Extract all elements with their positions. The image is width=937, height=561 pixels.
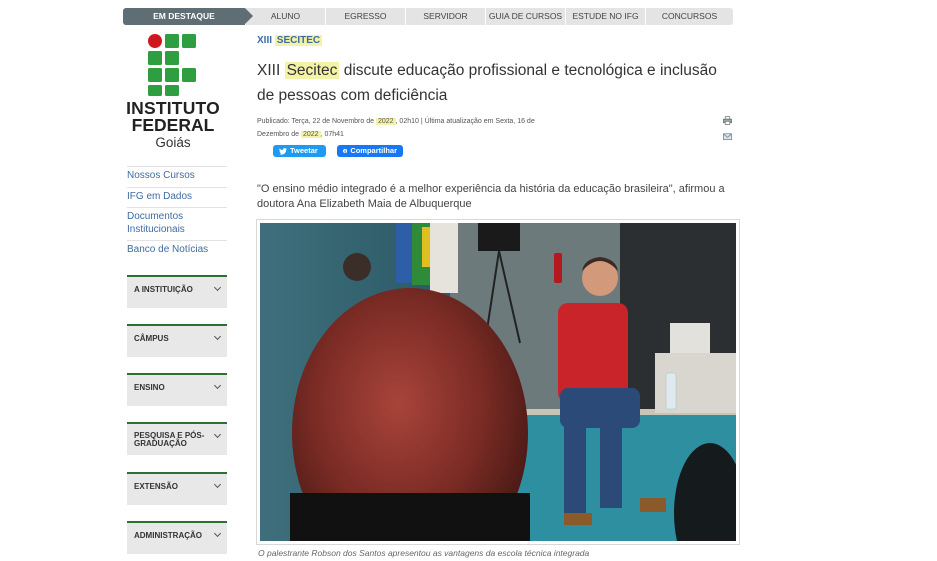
- sidebar-link-ifg-em-dados[interactable]: IFG em Dados: [127, 186, 227, 208]
- sidebar-link-nossos-cursos[interactable]: Nossos Cursos: [127, 166, 227, 187]
- sidebar-section-administracao[interactable]: ADMINISTRAÇÃO: [127, 521, 227, 554]
- sidebar-links: Nossos Cursos IFG em Dados Documentos In…: [127, 166, 227, 261]
- nav-em-destaque[interactable]: EM DESTAQUE: [123, 8, 253, 25]
- breadcrumb[interactable]: XIII SECITEC: [257, 35, 323, 46]
- logo-text-goias: Goiás: [155, 135, 191, 150]
- article-photo: [256, 219, 740, 545]
- nav-aluno[interactable]: ALUNO: [245, 8, 325, 25]
- twitter-bird-icon: [279, 147, 287, 155]
- tweet-button[interactable]: Tweetar: [273, 145, 326, 157]
- sidebar-section-instituicao[interactable]: A INSTITUIÇÃO: [127, 275, 227, 308]
- breadcrumb-prefix: XIII: [257, 35, 273, 46]
- section-label: ADMINISTRAÇÃO: [134, 531, 202, 540]
- sidebar-section-extensao[interactable]: EXTENSÃO: [127, 472, 227, 505]
- logo-text-federal: FEDERAL: [131, 115, 215, 135]
- updated-year: 2022: [300, 131, 321, 138]
- logo-red-dot: [148, 34, 162, 48]
- article-title: XIII Secitec discute educação profission…: [257, 58, 727, 108]
- section-label: ENSINO: [134, 383, 165, 392]
- section-label: EXTENSÃO: [134, 482, 179, 491]
- chevron-down-icon: [213, 430, 222, 439]
- nav-guia-de-cursos[interactable]: GUIA DE CURSOS: [485, 8, 565, 25]
- sidebar-section-ensino[interactable]: ENSINO: [127, 373, 227, 406]
- title-highlight: Secitec: [284, 62, 340, 79]
- breadcrumb-highlight: SECITEC: [274, 35, 323, 46]
- sidebar-section-pesquisa[interactable]: PESQUISA E PÓS-GRADUAÇÃO: [127, 422, 227, 455]
- tweet-label: Tweetar: [290, 146, 318, 155]
- section-label: PESQUISA E PÓS-GRADUAÇÃO: [134, 431, 205, 448]
- chevron-down-icon: [213, 529, 222, 538]
- facebook-label: Compartilhar: [350, 146, 397, 155]
- photo-lecture-scene: [260, 223, 736, 541]
- nav-concursos[interactable]: CONCURSOS: [645, 8, 733, 25]
- title-prefix: XIII: [257, 62, 281, 79]
- sidebar-link-banco-de-noticias[interactable]: Banco de Notícias: [127, 240, 227, 261]
- sidebar-section-campus[interactable]: CÂMPUS: [127, 324, 227, 357]
- chevron-down-icon: [213, 332, 222, 341]
- updated-suffix: , 07h41: [320, 131, 344, 138]
- logo-mark: [148, 34, 198, 96]
- sidebar-link-documentos[interactable]: Documentos Institucionais: [127, 207, 227, 240]
- facebook-share-button[interactable]: Compartilhar: [337, 145, 403, 157]
- nav-servidor[interactable]: SERVIDOR: [405, 8, 485, 25]
- chevron-down-icon: [213, 283, 222, 292]
- photo-caption: O palestrante Robson dos Santos apresent…: [258, 548, 590, 558]
- share-buttons: Tweetar Compartilhar: [273, 145, 403, 157]
- nav-egresso[interactable]: EGRESSO: [325, 8, 405, 25]
- published-year: 2022: [375, 118, 396, 125]
- section-label: CÂMPUS: [134, 334, 169, 343]
- facebook-f-icon: [343, 148, 348, 154]
- published-prefix: Publicado: Terça, 22 de Novembro de: [257, 118, 374, 125]
- article-tools: [723, 116, 733, 148]
- article-meta: Publicado: Terça, 22 de Novembro de 2022…: [257, 115, 537, 141]
- print-icon[interactable]: [723, 116, 732, 125]
- ifg-logo[interactable]: INSTITUTO FEDERAL Goiás: [123, 34, 223, 154]
- article-lead: "O ensino médio integrado é a melhor exp…: [257, 183, 725, 210]
- top-navigation: EM DESTAQUE ALUNO EGRESSO SERVIDOR GUIA …: [123, 8, 733, 25]
- nav-estude-no-ifg[interactable]: ESTUDE NO IFG: [565, 8, 645, 25]
- section-label: A INSTITUIÇÃO: [134, 285, 193, 294]
- email-icon[interactable]: [723, 132, 732, 141]
- chevron-down-icon: [213, 381, 222, 390]
- chevron-down-icon: [213, 480, 222, 489]
